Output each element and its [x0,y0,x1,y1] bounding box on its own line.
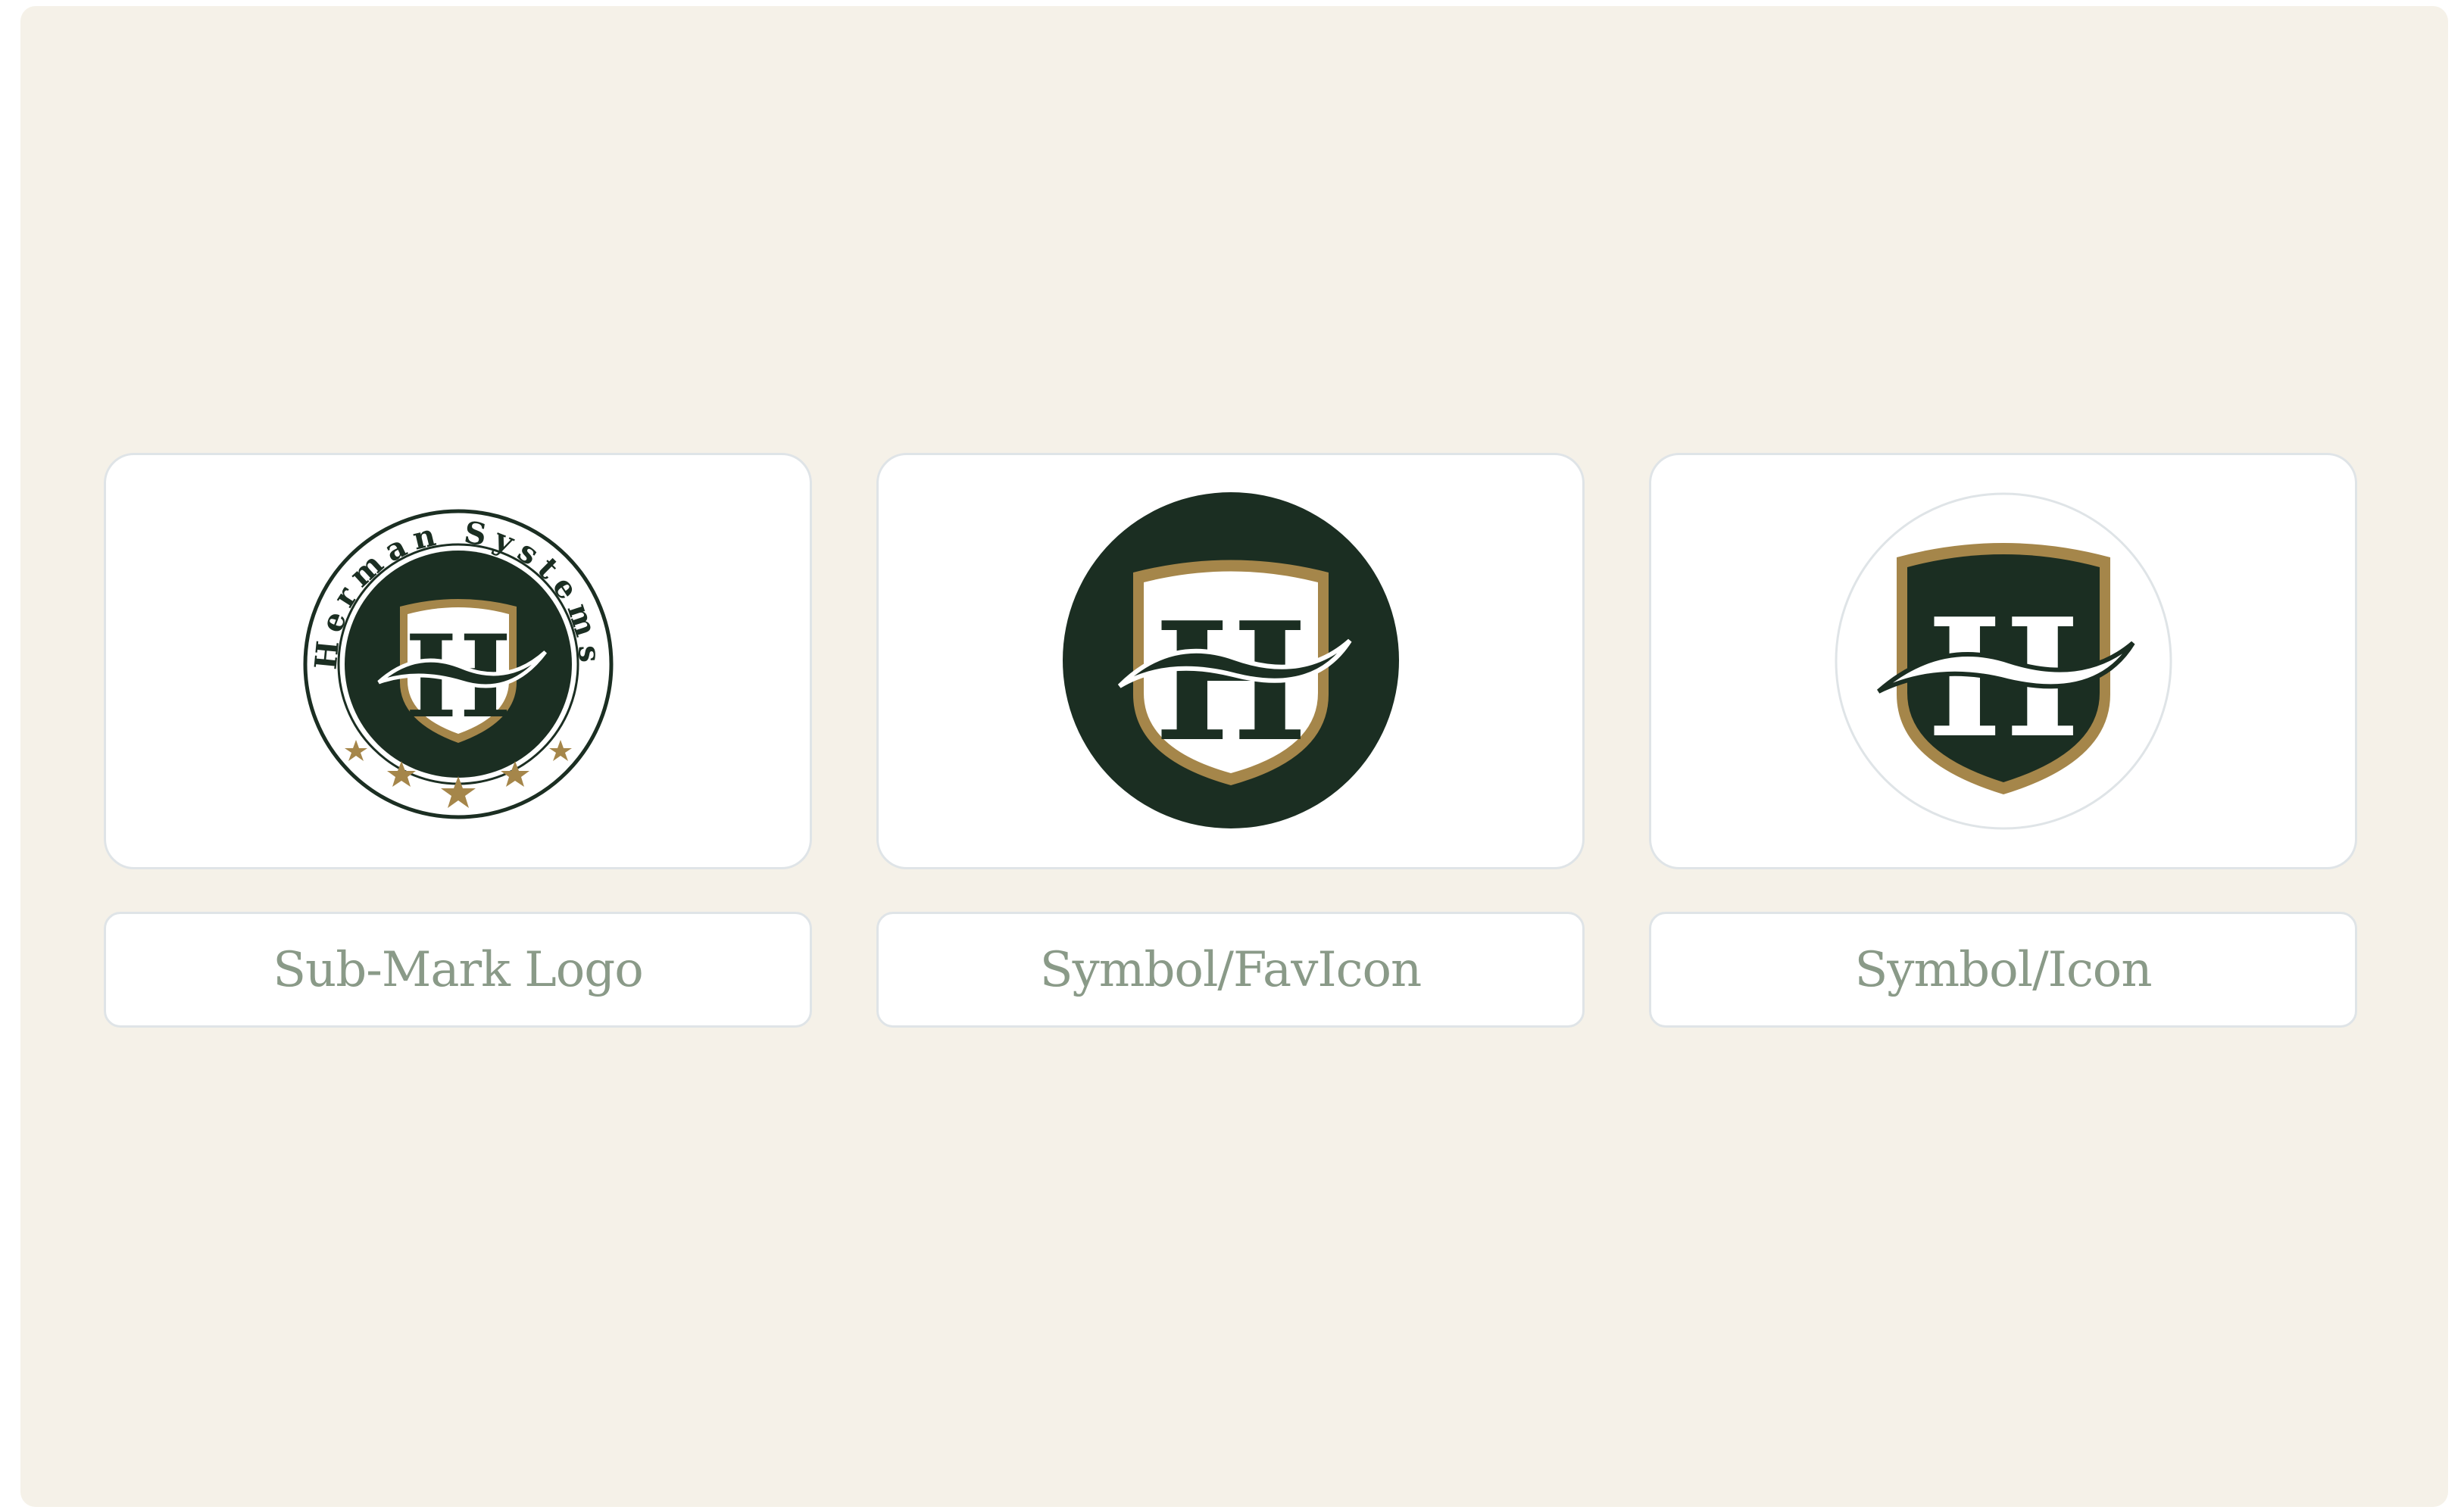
symbol-favicon-label: Symbol/FavIcon [876,912,1585,1028]
symbol-icon: H [1835,492,2172,830]
sub-mark-logo-label: Sub-Mark Logo [104,912,812,1028]
symbol-icon-label: Symbol/Icon [1649,912,2357,1028]
symbol-favicon-icon: H [1063,492,1399,828]
symbol-icon-card: H [1649,453,2357,869]
sub-mark-logo-icon: Herman Systems H [303,509,614,819]
symbol-favicon-card: H [876,453,1585,869]
sub-mark-logo-card: Herman Systems H [104,453,812,869]
